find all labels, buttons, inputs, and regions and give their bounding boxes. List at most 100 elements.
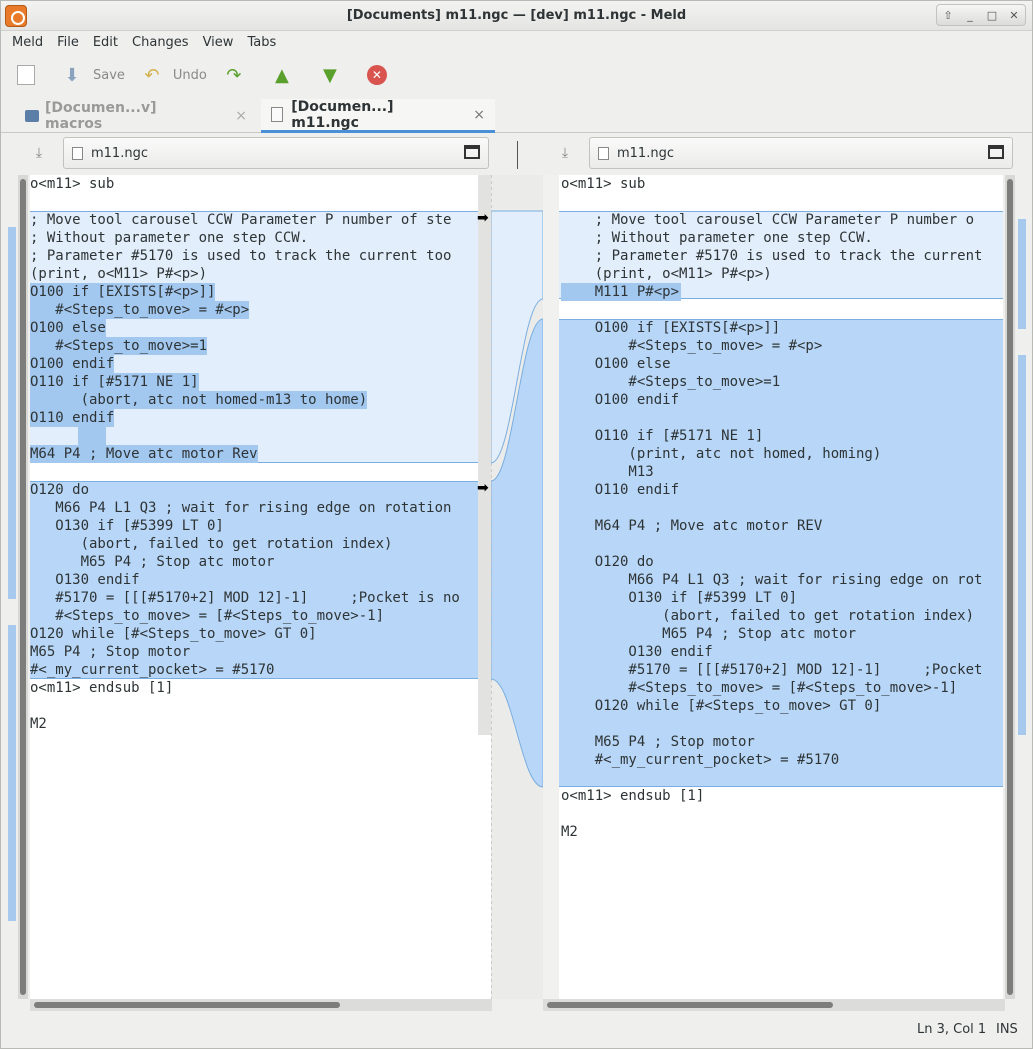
code-line: o<m11> endsub [1] (30, 680, 174, 696)
redo-button[interactable]: ↷ (223, 64, 255, 86)
left-file-bar: ⤓ m11.ngc (31, 135, 491, 175)
code-line: M65 P4 ; Stop atc motor (561, 626, 857, 642)
previous-change-button[interactable]: ▲ (271, 64, 303, 86)
code-line: ; Move tool carousel CCW Parameter P num… (30, 212, 452, 228)
code-line: #5170 = [[[#5170+2] MOD 12]-1] ;Pocket i… (30, 590, 460, 606)
code-line: #<Steps_to_move> = [#<Steps_to_move>-1] (30, 608, 385, 624)
scroll-thumb[interactable] (20, 179, 26, 995)
code-line: o<m11> endsub [1] (561, 788, 705, 804)
menu-changes[interactable]: Changes (125, 35, 196, 50)
scroll-thumb[interactable] (547, 1002, 833, 1008)
code-line: O100 else (30, 319, 106, 337)
scroll-thumb[interactable] (1007, 179, 1013, 995)
code-line: (abort, atc not homed-m13 to home) (30, 391, 368, 409)
window-up-icon[interactable]: ⇧ (939, 9, 957, 22)
save-icon: ⬇ (64, 64, 80, 86)
close-window-icon[interactable]: ✕ (1005, 9, 1023, 22)
code-line: O110 if [#5171 NE 1] (30, 373, 199, 391)
code-line: M64 P4 ; Move atc motor REV (561, 518, 823, 534)
code-line: M64 P4 ; Move atc motor Rev (30, 445, 258, 463)
tab-bar: [Documen...v] macros × [Documen...] m11.… (1, 95, 1032, 133)
code-line: O130 endif (561, 644, 713, 660)
new-comparison-button[interactable] (17, 65, 45, 85)
code-line: O120 do (30, 482, 90, 498)
stop-icon: ✕ (366, 65, 387, 85)
right-overview-map[interactable] (1017, 175, 1027, 999)
code-line: O100 if [EXISTS[#<p>]] (30, 283, 216, 301)
code-line: (print, o<M11> P#<p>) (561, 266, 772, 282)
code-line: O120 while [#<Steps_to_move> GT 0] (30, 626, 317, 642)
code-line: (print, o<M11> P#<p>) (30, 266, 208, 282)
code-line: o<m11> sub (561, 176, 646, 192)
menu-bar: Meld File Edit Changes View Tabs (1, 31, 1032, 53)
code-line: #<Steps_to_move> = [#<Steps_to_move>-1] (561, 680, 958, 696)
tab-m11[interactable]: [Documen...] m11.ngc × (261, 99, 495, 133)
code-line: ; Without parameter one step CCW. (30, 230, 309, 246)
left-overview-map[interactable] (7, 175, 17, 999)
toolbar: ⬇ Save ↶ Undo ↷ ▲ ▼ ✕ (1, 55, 1032, 95)
code-line: #<Steps_to_move> = #<p> (561, 338, 823, 354)
left-save-icon[interactable]: ⤓ (31, 145, 47, 161)
undo-button[interactable]: ↶ Undo (141, 64, 207, 86)
code-line: M111 P#<p> (561, 283, 681, 301)
maximize-icon[interactable]: □ (983, 9, 1001, 22)
code-line: O100 else (561, 356, 671, 372)
code-line: M65 P4 ; Stop motor (30, 644, 191, 660)
code-line: (abort, failed to get rotation index) (30, 536, 393, 552)
menu-edit[interactable]: Edit (86, 35, 125, 50)
window-controls: ⇧ _ □ ✕ (936, 4, 1026, 26)
right-vertical-scrollbar[interactable] (1005, 175, 1015, 999)
code-line: O110 if [#5171 NE 1] (561, 428, 764, 444)
link-map[interactable] (491, 175, 543, 999)
menu-tabs[interactable]: Tabs (240, 35, 283, 50)
menu-view[interactable]: View (196, 35, 241, 50)
code-line: O120 do (561, 554, 654, 570)
left-vertical-scrollbar[interactable] (18, 175, 28, 999)
minimize-icon[interactable]: _ (961, 9, 979, 22)
code-line: M2 (561, 824, 578, 840)
code-line: #<_my_current_pocket> = #5170 (561, 752, 840, 768)
open-file-icon[interactable] (988, 145, 1004, 159)
menu-file[interactable]: File (50, 35, 86, 50)
undo-icon: ↶ (144, 64, 160, 86)
close-tab-icon[interactable]: × (473, 107, 485, 123)
new-document-icon (17, 65, 35, 85)
code-line: O130 endif (30, 572, 140, 588)
left-text-pane[interactable]: o<m11> sub ; Move tool carousel CCW Para… (30, 175, 491, 999)
left-file-entry[interactable]: m11.ngc (63, 137, 489, 169)
right-save-icon[interactable]: ⤓ (557, 145, 573, 161)
next-change-button[interactable]: ▼ (319, 64, 351, 86)
scroll-thumb[interactable] (34, 1002, 340, 1008)
save-button[interactable]: ⬇ Save (61, 64, 124, 86)
close-tab-icon[interactable]: × (235, 108, 247, 124)
code-line: M2 (30, 716, 47, 732)
code-line: #<Steps_to_move>=1 (561, 374, 781, 390)
file-icon (72, 146, 83, 160)
code-line: O100 if [EXISTS[#<p>]] (561, 320, 781, 336)
open-file-icon[interactable] (464, 145, 480, 159)
stop-button[interactable]: ✕ (366, 65, 397, 85)
title-bar: [Documents] m11.ngc — [dev] m11.ngc - Me… (1, 1, 1032, 31)
link-curves (491, 175, 543, 999)
code-line: ; Move tool carousel CCW Parameter P num… (561, 212, 975, 228)
file-icon (598, 146, 609, 160)
window-title: [Documents] m11.ngc — [dev] m11.ngc - Me… (346, 8, 687, 23)
code-line: #<Steps_to_move> = #<p> (30, 301, 250, 319)
right-text-pane[interactable]: o<m11> sub ; Move tool carousel CCW Para… (543, 175, 1003, 999)
left-horizontal-scrollbar[interactable] (30, 999, 492, 1011)
menu-meld[interactable]: Meld (5, 35, 50, 50)
code-line: M66 P4 L1 Q3 ; wait for rising edge on r… (561, 572, 983, 588)
arrow-down-icon: ▼ (322, 64, 337, 86)
push-right-arrow-icon[interactable]: ➡ (477, 210, 489, 226)
code-line: O120 while [#<Steps_to_move> GT 0] (561, 698, 882, 714)
code-line: (print, atc not homed, homing) (561, 446, 882, 462)
right-file-bar: ⤓ m11.ngc (557, 135, 1015, 175)
right-file-entry[interactable]: m11.ngc (589, 137, 1013, 169)
code-line: M65 P4 ; Stop motor (561, 734, 755, 750)
code-line: O130 if [#5399 LT 0] (561, 590, 798, 606)
redo-icon: ↷ (226, 64, 242, 86)
tab-macros[interactable]: [Documen...v] macros × (15, 99, 257, 133)
code-line: O100 endif (30, 355, 115, 373)
push-right-arrow-icon[interactable]: ➡ (477, 480, 489, 496)
right-horizontal-scrollbar[interactable] (543, 999, 1005, 1011)
